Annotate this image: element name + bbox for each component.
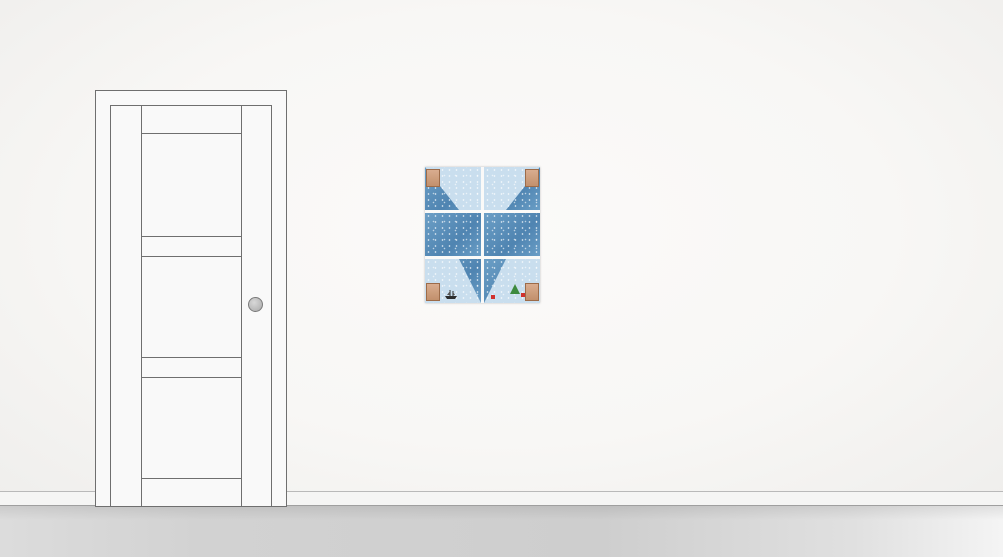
door-right-stile (241, 106, 242, 507)
right-jamb (271, 105, 272, 507)
poster-panel (425, 213, 481, 256)
poster-label (525, 169, 539, 187)
door-rail (141, 377, 241, 378)
door-knob[interactable] (248, 297, 263, 312)
snow-pattern (425, 213, 481, 256)
christmas-tree-icon (510, 284, 520, 294)
red-ornament-icon (491, 295, 495, 299)
poster-label (426, 283, 440, 301)
door-leaf[interactable] (111, 106, 271, 507)
door-rail (141, 133, 241, 134)
door-rail (141, 357, 241, 358)
door-rail (141, 236, 241, 237)
floor (0, 506, 1003, 557)
poster-panel (484, 213, 540, 256)
poster-label (426, 169, 440, 187)
red-ornament-icon (521, 293, 525, 297)
wall-poster[interactable] (425, 167, 540, 303)
door-rail (141, 256, 241, 257)
poster-label (525, 283, 539, 301)
door-rail (141, 478, 241, 479)
door-left-stile (141, 106, 142, 507)
poster-panel (425, 167, 481, 210)
snow-pattern (484, 213, 540, 256)
ship-icon (445, 290, 457, 299)
poster-panel (484, 167, 540, 210)
